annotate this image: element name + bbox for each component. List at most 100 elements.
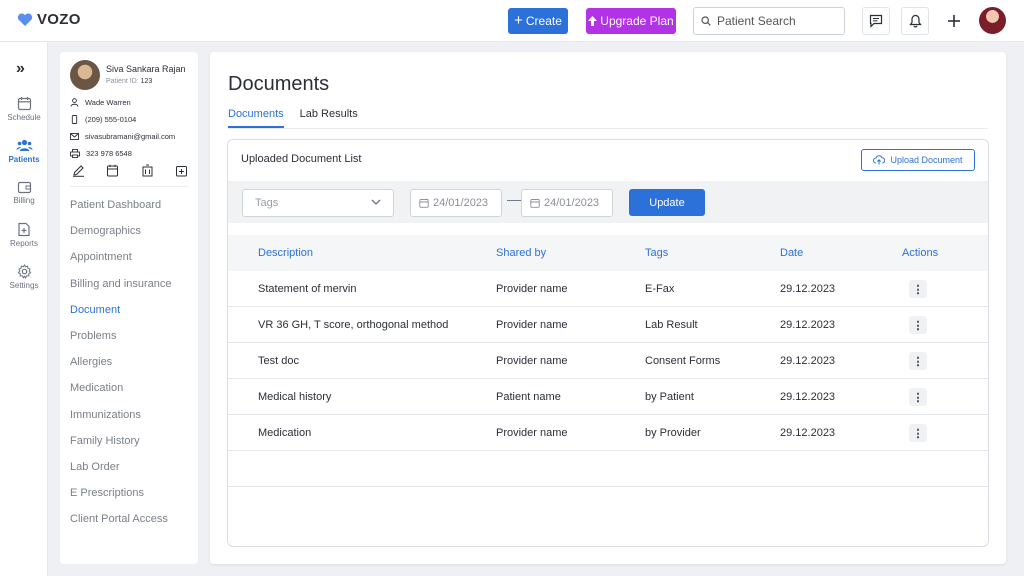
tab-lab-results[interactable]: Lab Results (300, 108, 358, 128)
add-button[interactable] (940, 7, 968, 35)
cell-tags: by Provider (645, 427, 701, 439)
tab-documents[interactable]: Documents (228, 108, 284, 128)
bell-icon (908, 14, 922, 28)
mail-icon (70, 133, 79, 140)
cell-tags: Lab Result (645, 319, 698, 331)
edit-icon[interactable] (72, 164, 85, 177)
upload-document-label: Upload Document (890, 155, 963, 165)
cell-description: VR 36 GH, T score, orthogonal method (258, 319, 449, 331)
table-row[interactable]: VR 36 GH, T score, orthogonal method Prov… (228, 307, 988, 343)
patient-email: sivasubramani@gmail.com (85, 132, 176, 141)
date-range-separator: — (507, 191, 521, 207)
cell-description: Statement of mervin (258, 283, 357, 295)
row-actions-menu-icon[interactable]: ⋮ (909, 388, 927, 406)
nav-reports[interactable]: Reports (0, 222, 48, 248)
table-row[interactable]: Medical history Patient name by Patient 29.… (228, 379, 988, 415)
panel-divider (70, 186, 188, 187)
chat-icon (869, 14, 883, 28)
building-icon[interactable] (141, 164, 154, 177)
cell-shared-by: Provider name (496, 355, 568, 367)
patient-menu-item[interactable]: E Prescriptions (70, 486, 172, 512)
patient-menu-item[interactable]: Client Portal Access (70, 512, 172, 538)
patient-menu-item[interactable]: Lab Order (70, 460, 172, 486)
create-label: Create (525, 14, 562, 28)
patient-search-input[interactable] (717, 14, 837, 28)
empty-table-row (228, 451, 988, 487)
nav-patients[interactable]: Patients (0, 138, 48, 164)
patient-name: Siva Sankara Rajan (106, 64, 186, 74)
column-shared-by[interactable]: Shared by (496, 247, 546, 259)
nav-settings[interactable]: Settings (0, 264, 48, 290)
person-icon (70, 98, 79, 107)
patient-menu-item[interactable]: Appointment (70, 250, 172, 276)
cell-date: 29.12.2023 (780, 283, 836, 295)
report-icon (18, 222, 30, 237)
app-logo[interactable]: VOZO (17, 11, 81, 28)
date-from-value: 24/01/2023 (433, 197, 489, 209)
cell-tags: Consent Forms (645, 355, 721, 367)
patient-menu-item[interactable]: Medication (70, 381, 172, 407)
patient-fax-row: 323 978 6548 (70, 149, 132, 158)
patient-avatar (70, 60, 100, 90)
cell-shared-by: Provider name (496, 427, 568, 439)
table-header: Description Shared by Tags Date Actions (228, 235, 988, 271)
patient-fax: 323 978 6548 (86, 149, 132, 158)
patient-menu-item[interactable]: Billing and insurance (70, 277, 172, 303)
expand-nav-icon[interactable]: » (16, 60, 25, 78)
patient-menu-item[interactable]: Document (70, 303, 172, 329)
cell-shared-by: Provider name (496, 283, 568, 295)
cell-description: Medication (258, 427, 312, 439)
medical-kit-icon[interactable] (175, 164, 188, 177)
column-tags[interactable]: Tags (645, 247, 668, 259)
cell-tags: E-Fax (645, 283, 675, 295)
column-description[interactable]: Description (258, 247, 313, 259)
row-actions-menu-icon[interactable]: ⋮ (909, 280, 927, 298)
cell-description: Test doc (258, 355, 299, 367)
patient-search[interactable] (693, 7, 845, 35)
table-row[interactable]: Medication Provider name by Provider 29.12.… (228, 415, 988, 451)
patient-id-label: Patient ID: (106, 78, 139, 85)
patient-contact-row: Wade Warren (70, 98, 131, 107)
date-to-field[interactable]: 24/01/2023 (521, 189, 613, 217)
cell-date: 29.12.2023 (780, 391, 836, 403)
heart-logo-icon (17, 12, 33, 26)
date-from-field[interactable]: 24/01/2023 (410, 189, 502, 217)
row-actions-menu-icon[interactable]: ⋮ (909, 424, 927, 442)
update-button[interactable]: Update (629, 189, 705, 216)
patient-phone-row: (209) 555-0104 (70, 115, 136, 124)
patient-menu-item[interactable]: Immunizations (70, 408, 172, 434)
table-row[interactable]: Test doc Provider name Consent Forms 29.12.… (228, 343, 988, 379)
nav-settings-label: Settings (9, 281, 39, 290)
nav-schedule-label: Schedule (7, 113, 41, 122)
messages-button[interactable] (862, 7, 890, 35)
patient-menu-item[interactable]: Patient Dashboard (70, 198, 172, 224)
patient-phone: (209) 555-0104 (85, 115, 137, 124)
row-actions-menu-icon[interactable]: ⋮ (909, 316, 927, 334)
row-actions-menu-icon[interactable]: ⋮ (909, 352, 927, 370)
user-avatar[interactable] (979, 7, 1006, 34)
notifications-button[interactable] (901, 7, 929, 35)
patient-menu-item[interactable]: Family History (70, 434, 172, 460)
nav-billing[interactable]: Billing (0, 180, 48, 205)
upload-document-button[interactable]: Upload Document (861, 149, 975, 171)
filter-bar: Tags 24/01/2023 — 24/01/2023 Update (228, 181, 988, 223)
upgrade-plan-button[interactable]: Upgrade Plan (586, 8, 676, 34)
patient-menu: Patient Dashboard Demographics Appointment… (70, 198, 172, 538)
plus-icon (948, 15, 960, 27)
users-icon (16, 139, 32, 151)
patient-menu-item[interactable]: Allergies (70, 355, 172, 381)
table-row[interactable]: Statement of mervin Provider name E-Fax 29.… (228, 271, 988, 307)
create-button[interactable]: + Create (508, 8, 568, 34)
tags-select-placeholder: Tags (255, 197, 279, 209)
appointment-calendar-icon[interactable] (106, 164, 119, 177)
patient-menu-item[interactable]: Demographics (70, 224, 172, 250)
patient-menu-item[interactable]: Problems (70, 329, 172, 355)
nav-schedule[interactable]: Schedule (0, 96, 48, 122)
column-date[interactable]: Date (780, 247, 803, 259)
tags-select[interactable]: Tags (242, 189, 394, 217)
phone-icon (71, 115, 78, 124)
search-icon (701, 16, 711, 26)
upgrade-label: Upgrade Plan (600, 14, 674, 28)
cell-shared-by: Provider name (496, 319, 568, 331)
document-list-box: Uploaded Document List Upload Document T… (227, 139, 989, 547)
